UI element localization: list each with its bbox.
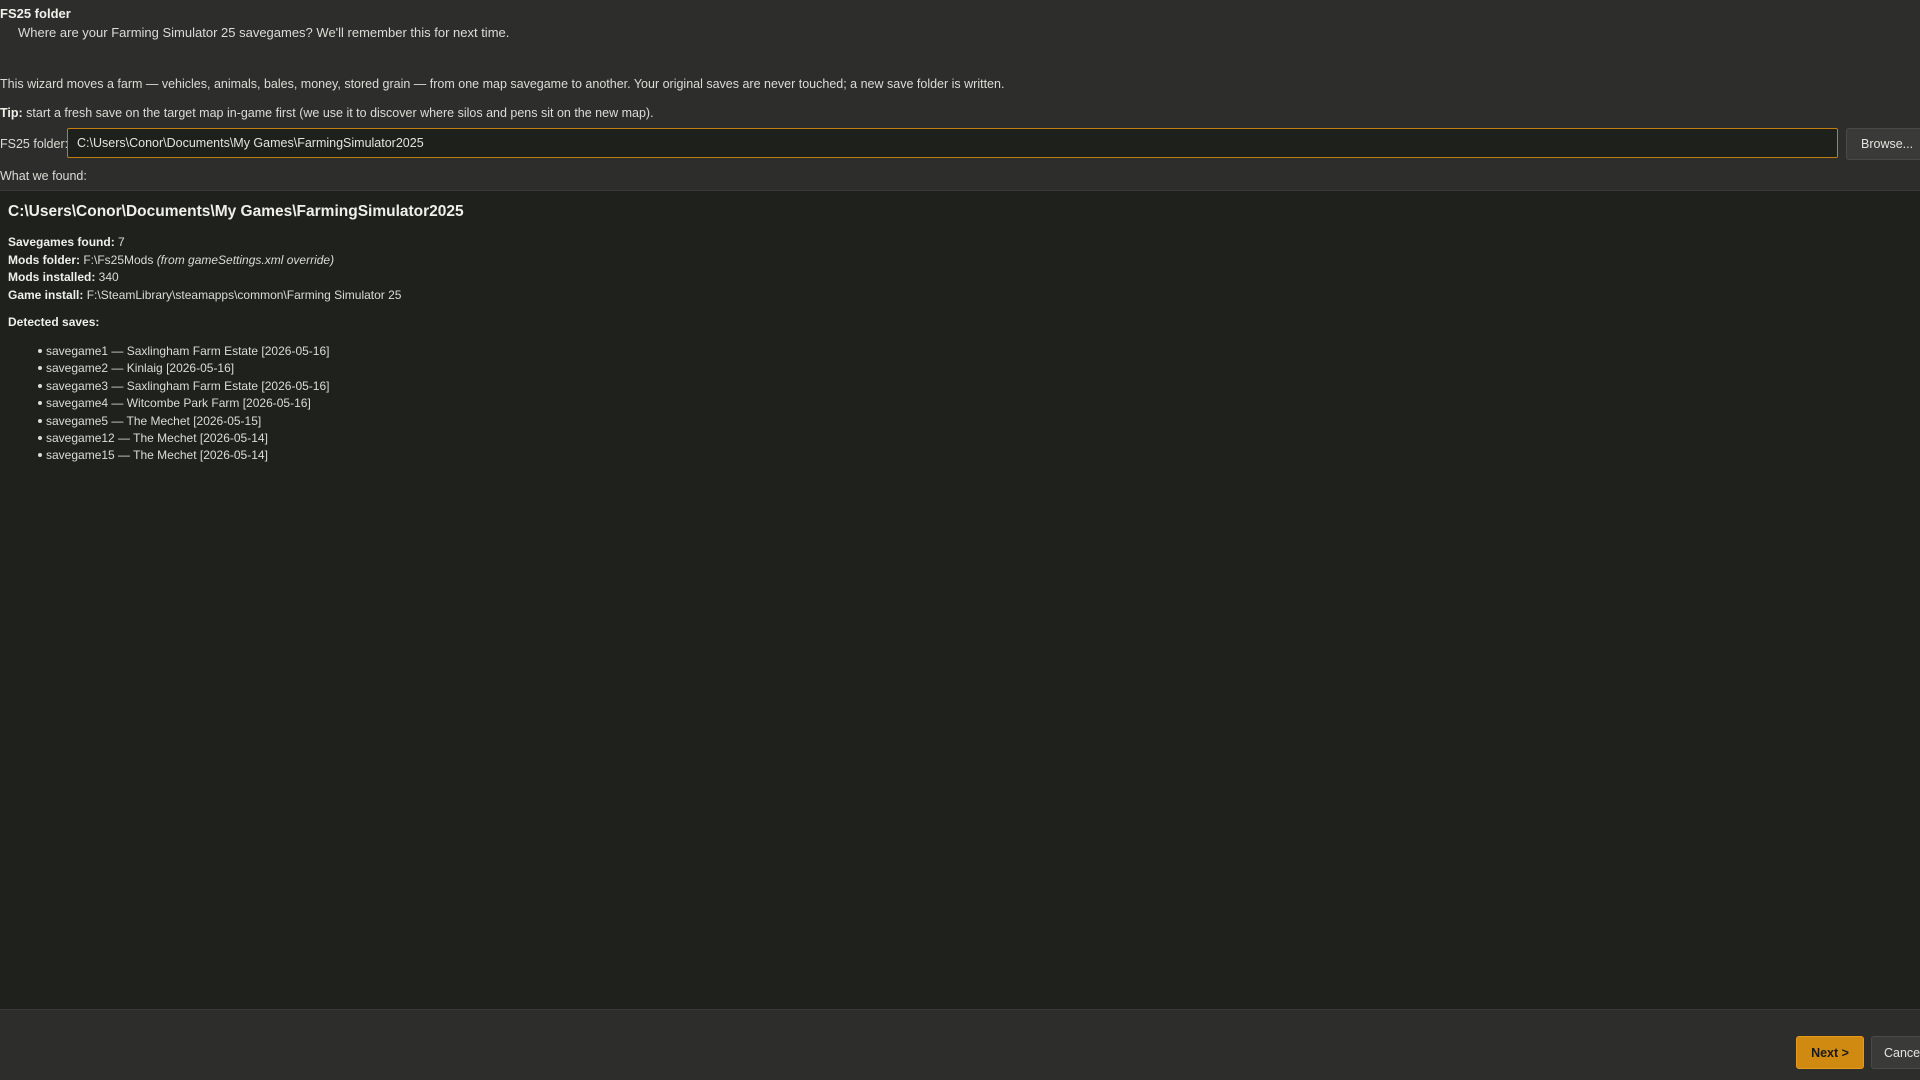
mods-folder-label: Mods folder: [8, 252, 80, 267]
page-subtitle: Where are your Farming Simulator 25 save… [18, 25, 510, 40]
list-item: savegame5 — The Mechet [2026-05-15] [38, 413, 329, 430]
save-entry-text: savegame2 — Kinlaig [2026-05-16] [46, 361, 235, 376]
list-item: savegame3 — Saxlingham Farm Estate [2026… [38, 378, 329, 395]
footer-bar: Next > Cancel [0, 1010, 1920, 1080]
savegames-found-value: 7 [114, 235, 125, 249]
save-entry-text: savegame1 — Saxlingham Farm Estate [2026… [46, 344, 330, 358]
mods-installed-label: Mods installed: [8, 270, 96, 284]
bullet-icon [38, 383, 42, 388]
save-entry-text: savegame4 — Witcombe Park Farm [2026-05-… [46, 396, 311, 411]
results-panel: C:\Users\Conor\Documents\My Games\Farmin… [0, 190, 1920, 1010]
mods-folder-value: F:\Fs25Mods [80, 252, 157, 267]
save-entry-text: savegame12 — The Mechet [2026-05-14] [46, 431, 268, 446]
tip-text: Tip: start a fresh save on the target ma… [0, 106, 654, 120]
list-item: savegame1 — Saxlingham Farm Estate [2026… [38, 343, 329, 360]
detected-saves-heading: Detected saves: [8, 315, 100, 329]
bullet-icon [38, 418, 42, 423]
wizard-page: FS25 folder Where are your Farming Simul… [0, 0, 1920, 1080]
next-button[interactable]: Next > [1796, 1036, 1864, 1069]
folder-label: FS25 folder: [0, 137, 69, 151]
bullet-icon [38, 349, 42, 353]
savegames-found-label: Savegames found: [8, 235, 115, 249]
folder-row: FS25 folder: Browse... [0, 128, 1920, 160]
bullet-icon [38, 453, 42, 458]
save-entry-text: savegame3 — Saxlingham Farm Estate [2026… [46, 378, 330, 393]
mods-folder-note: (from gameSettings.xml override) [156, 252, 335, 267]
results-path: C:\Users\Conor\Documents\My Games\Farmin… [8, 203, 464, 220]
intro-text: This wizard moves a farm — vehicles, ani… [0, 77, 1005, 91]
tip-body: start a fresh save on the target map in-… [22, 106, 654, 120]
savegames-found-line: Savegames found: 7 [8, 234, 401, 252]
bullet-icon [38, 401, 42, 406]
mods-installed-value: 340 [95, 270, 119, 284]
folder-path-input[interactable] [67, 128, 1838, 158]
mods-installed-line: Mods installed: 340 [8, 269, 401, 287]
game-install-value: F:\SteamLibrary\steamapps\common\Farming… [83, 287, 402, 302]
game-install-label: Game install: [8, 287, 84, 302]
list-item: savegame4 — Witcombe Park Farm [2026-05-… [38, 395, 329, 412]
browse-button[interactable]: Browse... [1846, 128, 1920, 160]
list-item: savegame2 — Kinlaig [2026-05-16] [38, 360, 329, 377]
cancel-button[interactable]: Cancel [1871, 1036, 1920, 1069]
list-item: savegame15 — The Mechet [2026-05-14] [38, 447, 329, 464]
save-entry-text: savegame15 — The Mechet [2026-05-14] [46, 448, 268, 463]
bullet-icon [38, 366, 42, 371]
detected-saves-list: savegame1 — Saxlingham Farm Estate [2026… [38, 343, 329, 465]
page-title: FS25 folder [0, 6, 71, 21]
found-label: What we found: [0, 169, 87, 183]
bullet-icon [38, 436, 42, 441]
save-entry-text: savegame5 — The Mechet [2026-05-15] [46, 413, 262, 428]
info-lines: Savegames found: 7 Mods folder: F:\Fs25M… [8, 234, 401, 304]
game-install-line: Game install: F:\SteamLibrary\steamapps\… [8, 287, 401, 305]
list-item: savegame12 — The Mechet [2026-05-14] [38, 430, 329, 447]
mods-folder-line: Mods folder: F:\Fs25Mods (from gameSetti… [8, 252, 401, 270]
tip-label: Tip: [0, 106, 23, 120]
